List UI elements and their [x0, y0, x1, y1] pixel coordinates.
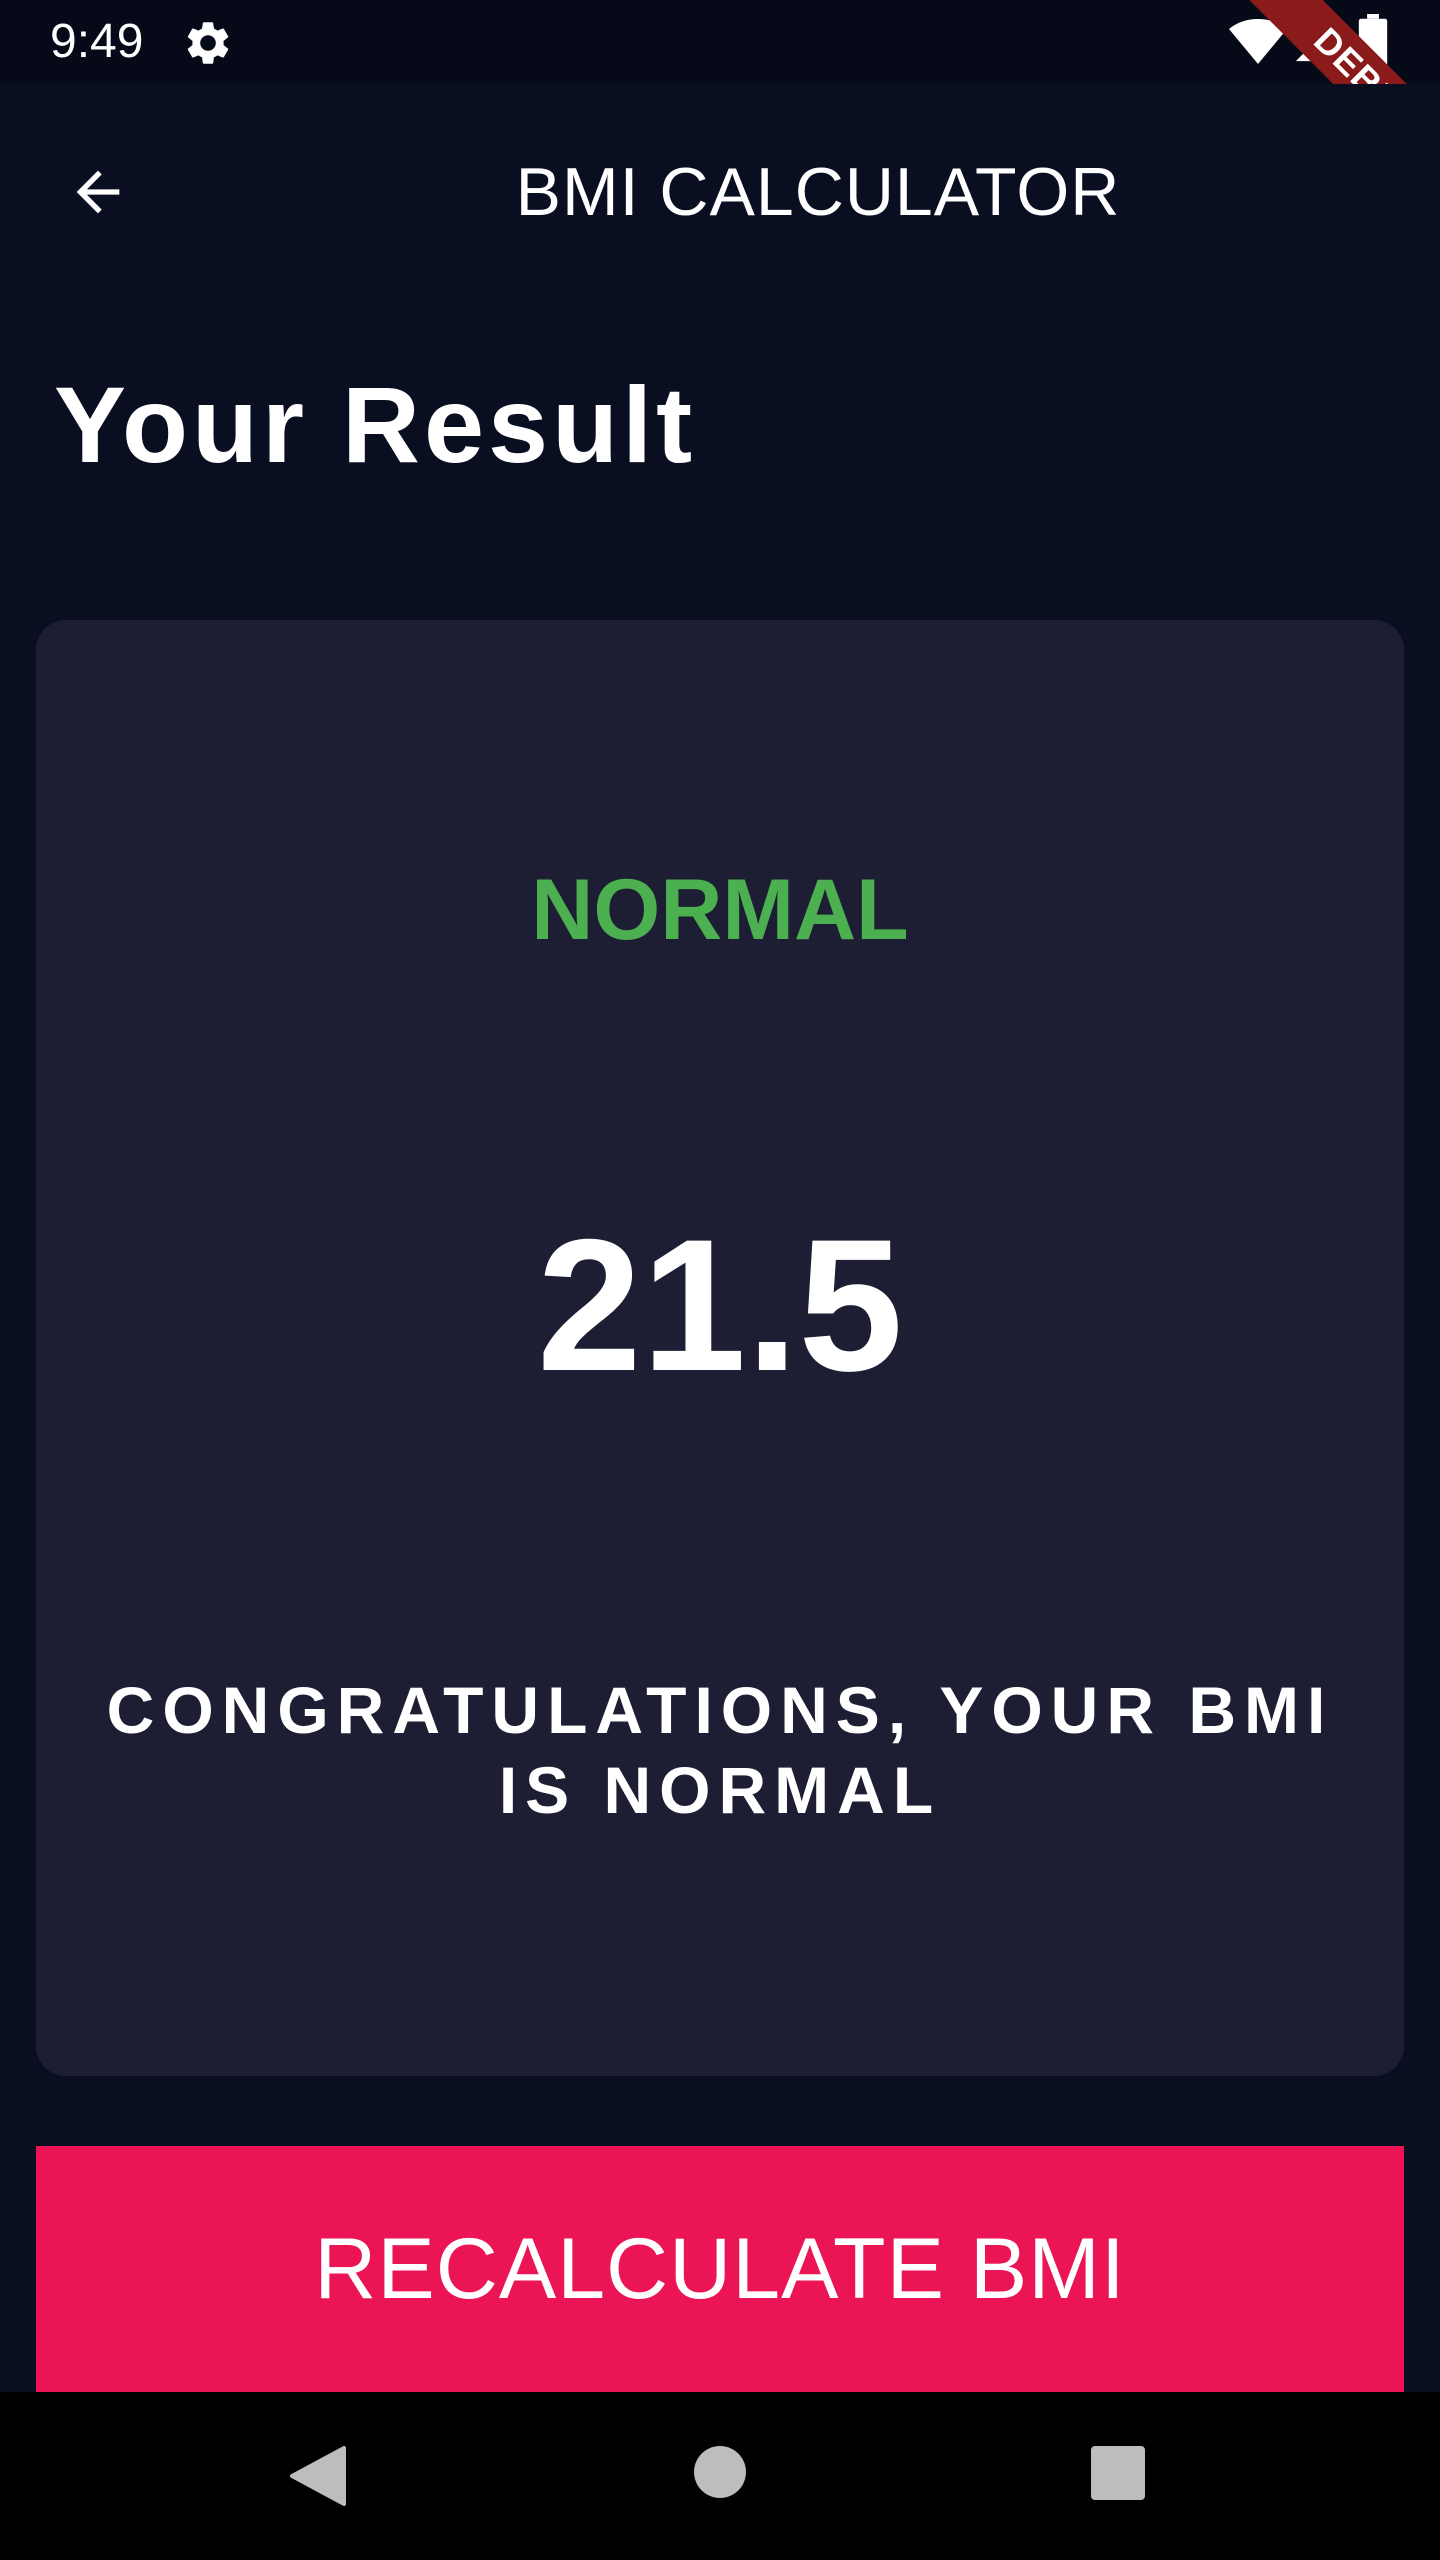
nav-back-icon[interactable] — [288, 2444, 348, 2508]
bmi-result-screen: 9:49 DEBUG BMI CALCULATOR Your Result NO… — [0, 0, 1440, 2560]
bmi-interpretation-message: CONGRATULATIONS, YOUR BMI IS NORMAL — [106, 1673, 1334, 1827]
bmi-value: 21.5 — [537, 1200, 903, 1410]
page-title: Your Result — [54, 364, 697, 485]
gear-icon — [187, 22, 229, 64]
nav-home-icon[interactable] — [694, 2446, 746, 2498]
status-bar: 9:49 — [0, 0, 1440, 84]
recalculate-bmi-button[interactable]: RECALCULATE BMI — [36, 2146, 1404, 2392]
app-title: BMI CALCULATOR — [515, 154, 1121, 230]
status-time: 9:49 — [50, 15, 144, 68]
nav-recents-icon[interactable] — [1091, 2446, 1145, 2500]
system-nav-bar — [0, 2392, 1440, 2560]
bmi-category-label: NORMAL — [531, 862, 909, 958]
result-card: NORMAL 21.5 CONGRATULATIONS, YOUR BMI IS… — [36, 620, 1404, 2076]
app-bar: BMI CALCULATOR — [0, 84, 1440, 280]
